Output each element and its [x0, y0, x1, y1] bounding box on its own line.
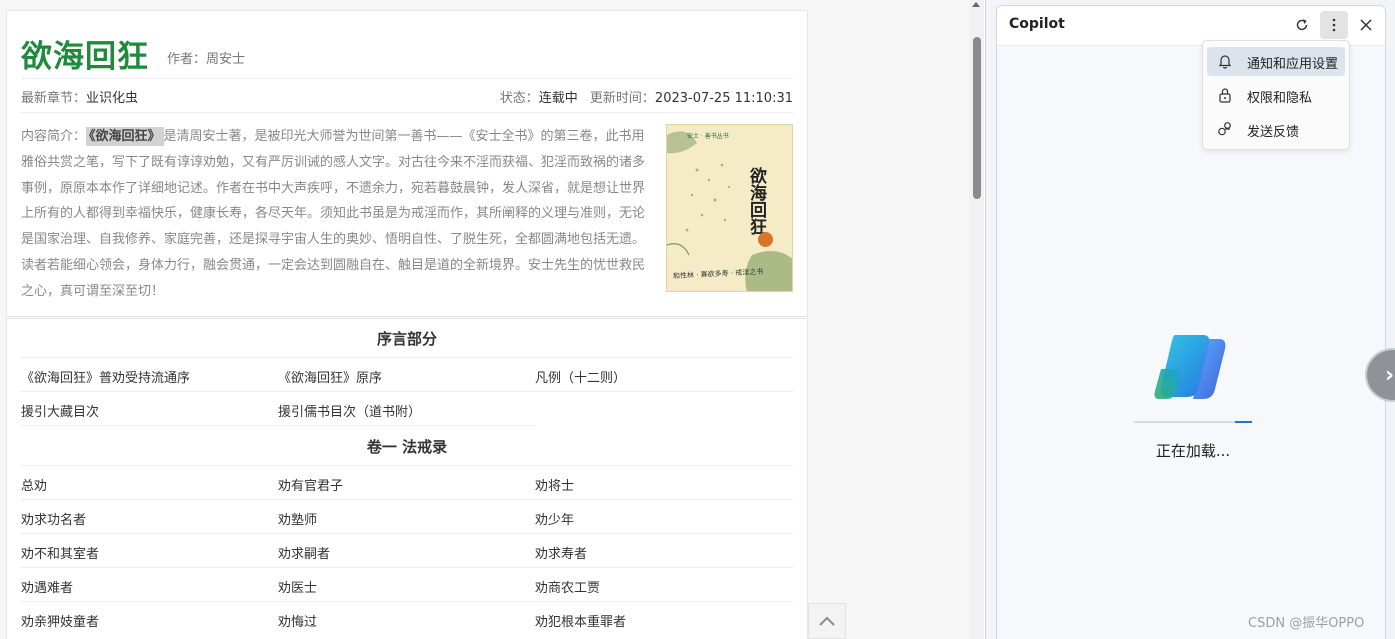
back-to-top-button[interactable]	[808, 603, 846, 639]
scroll-up-arrow-icon[interactable]	[972, 2, 980, 7]
lock-icon	[1219, 88, 1231, 103]
chapter-link[interactable]: 劝不和其室者	[21, 543, 99, 562]
screen: 欲海回狂 作者：周安士 最新章节：业识化虫 状态：连载中 更新时间：2023-0…	[0, 0, 1395, 639]
copilot-logo-icon	[1154, 335, 1226, 399]
table-row: 总劝 劝有官君子 劝将士	[21, 465, 793, 499]
more-options-button[interactable]	[1320, 11, 1348, 39]
close-icon	[1360, 19, 1372, 31]
copilot-options-menu: 通知和应用设置 权限和隐私 发送反馈	[1202, 40, 1350, 150]
scrollbar-thumb[interactable]	[973, 37, 981, 199]
chapter-link[interactable]: 劝有官君子	[278, 475, 343, 494]
table-row: 劝求功名者 劝塾师 劝少年	[21, 499, 793, 533]
latest-label: 最新章节：	[21, 91, 87, 106]
intro-text: 是清周安士著，是被印光大师誉为世间第一善书——《安士全书》的第三卷，此书用雅俗共…	[21, 129, 646, 299]
chapter-list-card: 序言部分 《欲海回狂》普劝受持流通序 《欲海回狂》原序 凡例（十二则） 援引大藏…	[6, 318, 808, 639]
chapter-link[interactable]: 劝犯根本重罪者	[535, 611, 626, 630]
chapter-link[interactable]: 劝商农工贾	[535, 577, 600, 596]
author-label: 作者：	[167, 52, 207, 67]
intro-highlight: 《欲海回狂》	[86, 127, 164, 146]
feedback-icon	[1218, 122, 1231, 136]
divider	[21, 112, 793, 113]
chapter-link[interactable]: 劝塾师	[278, 509, 317, 528]
section-title-preface: 序言部分	[376, 330, 437, 348]
loading-progress-fill	[1235, 421, 1252, 423]
refresh-icon	[1296, 19, 1308, 31]
chapter-link[interactable]: 劝求功名者	[21, 509, 86, 528]
author-name[interactable]: 周安士	[206, 52, 245, 67]
section-title-volume-1: 卷一 法戒录	[366, 438, 448, 456]
book-intro: 内容简介： 《欲海回狂》 是清周安士著，是被印光大师誉为世间第一善书——《安士全书》…	[21, 124, 649, 305]
copilot-title: Copilot	[1009, 16, 1065, 32]
menu-item-label: 权限和隐私	[1247, 91, 1313, 106]
more-vertical-icon	[1332, 18, 1336, 32]
intro-label: 内容简介：	[21, 129, 87, 144]
chevron-right-icon: ›	[1385, 363, 1395, 388]
chapter-link[interactable]: 劝求嗣者	[278, 543, 330, 562]
bell-icon	[1218, 55, 1232, 69]
latest-chapter-link[interactable]: 业识化虫	[86, 91, 138, 106]
menu-item-label: 通知和应用设置	[1247, 57, 1339, 72]
meta-row: 最新章节：业识化虫 状态：连载中 更新时间：2023-07-25 11:10:3…	[21, 87, 793, 107]
cover-top-text: 安士 · 善书丛书	[687, 133, 729, 140]
updated-label: 更新时间：	[589, 91, 655, 106]
table-row: 《欲海回狂》普劝受持流通序 《欲海回狂》原序 凡例（十二则）	[21, 357, 793, 391]
status-label: 状态：	[499, 91, 539, 106]
menu-item-notifications-settings[interactable]: 通知和应用设置	[1207, 47, 1345, 76]
divider	[21, 425, 535, 426]
updated-value: 2023-07-25 11:10:31	[654, 91, 793, 106]
latest-chapter-info: 最新章节：业识化虫	[21, 87, 138, 106]
book-title: 欲海回狂	[21, 39, 149, 75]
chapter-link[interactable]: 劝将士	[535, 475, 574, 494]
table-row: 援引大藏目次 援引儒书目次（道书附）	[21, 391, 793, 425]
chapter-link[interactable]: 劝亲狎妓童者	[21, 611, 99, 630]
chapter-link[interactable]: 劝遇难者	[21, 577, 73, 596]
menu-item-send-feedback[interactable]: 发送反馈	[1207, 115, 1345, 144]
cover-title: 欲海回狂	[746, 167, 766, 235]
chapter-link[interactable]: 劝求寿者	[535, 543, 587, 562]
author-line: 作者：周安士	[167, 48, 245, 67]
page-scrollbar[interactable]	[969, 0, 984, 639]
copilot-frame: Copilot 通知和应用设置 权限和隐私 发送反馈 正在加载...	[996, 5, 1386, 639]
copilot-panel: Copilot 通知和应用设置 权限和隐私 发送反馈 正在加载...	[985, 0, 1395, 639]
table-row: 劝不和其室者 劝求嗣者 劝求寿者	[21, 533, 793, 567]
table-row: 劝遇难者 劝医士 劝商农工贾	[21, 567, 793, 601]
cover-art	[667, 131, 792, 291]
divider	[21, 78, 793, 79]
status-value: 连载中	[538, 91, 578, 106]
menu-item-label: 发送反馈	[1247, 125, 1300, 140]
chapter-link[interactable]: 援引儒书目次（道书附）	[278, 401, 421, 420]
status-info: 状态：连载中 更新时间：2023-07-25 11:10:31	[500, 87, 793, 106]
chapter-link[interactable]: 《欲海回狂》原序	[278, 367, 382, 386]
watermark: CSDN @振华OPPO	[1248, 616, 1365, 631]
chapter-link[interactable]: 总劝	[21, 475, 47, 494]
refresh-button[interactable]	[1288, 11, 1316, 39]
chapter-link[interactable]: 劝少年	[535, 509, 574, 528]
chapter-link[interactable]: 劝医士	[278, 577, 317, 596]
chapter-link[interactable]: 凡例（十二则）	[535, 367, 626, 386]
chapter-link[interactable]: 援引大藏目次	[21, 401, 99, 420]
loading-progress-bar	[1134, 421, 1252, 423]
chevron-up-icon	[819, 616, 835, 626]
book-info-card: 欲海回狂 作者：周安士 最新章节：业识化虫 状态：连载中 更新时间：2023-0…	[6, 10, 808, 317]
table-row: 劝亲狎妓童者 劝悔过 劝犯根本重罪者	[21, 601, 793, 635]
book-cover[interactable]: 安士 · 善书丛书 欲海回狂 和性林 · 寡欲多寿 · 戒淫之书	[666, 124, 793, 292]
cover-seal-icon	[758, 232, 773, 247]
close-button[interactable]	[1352, 11, 1380, 39]
menu-item-permissions-privacy[interactable]: 权限和隐私	[1207, 81, 1345, 110]
loading-text: 正在加载...	[1155, 442, 1231, 460]
chapter-link[interactable]: 劝悔过	[278, 611, 317, 630]
chapter-link[interactable]: 《欲海回狂》普劝受持流通序	[21, 367, 190, 386]
